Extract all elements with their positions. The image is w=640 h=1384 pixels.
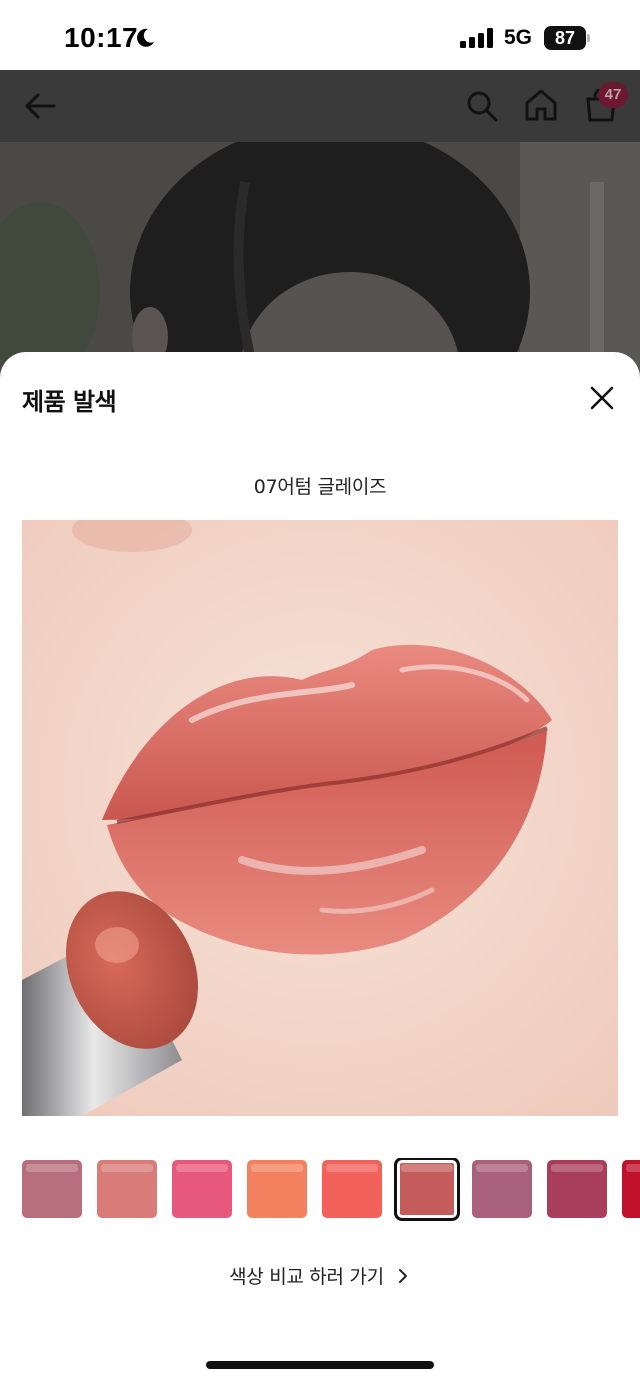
lip-swatch-photo: [22, 520, 618, 1116]
status-time: 10:17: [64, 22, 139, 53]
sheet-title: 제품 발색: [22, 388, 117, 416]
back-arrow-icon[interactable]: [22, 88, 58, 124]
home-indicator: [206, 1361, 434, 1369]
home-icon[interactable]: [522, 86, 560, 124]
shade-swatch-list: [22, 1158, 640, 1222]
shade-swatch[interactable]: [22, 1160, 82, 1218]
search-icon[interactable]: [464, 88, 500, 124]
shade-swatch-selected[interactable]: [394, 1158, 460, 1221]
shade-name: 07어텀 글레이즈: [253, 476, 387, 498]
compare-colors-link[interactable]: 색상 비교 하러 가기: [0, 1262, 640, 1289]
shade-swatch[interactable]: [322, 1160, 382, 1218]
chevron-right-icon: [398, 1269, 407, 1283]
signal-icon: [460, 28, 493, 48]
moon-icon: [137, 28, 154, 47]
background-model-photo: [0, 142, 640, 382]
shade-swatch[interactable]: [622, 1160, 640, 1218]
shade-swatch[interactable]: [472, 1160, 532, 1218]
app-header: 47: [0, 70, 640, 142]
shade-swatch[interactable]: [547, 1160, 607, 1218]
battery-tip: [587, 34, 590, 42]
shade-swatch[interactable]: [97, 1160, 157, 1218]
close-icon[interactable]: [586, 382, 618, 414]
lip-photo-illustration: [22, 520, 618, 1116]
model-photo-illustration: [0, 142, 640, 382]
shade-swatch[interactable]: [172, 1160, 232, 1218]
cart-count-badge: 47: [598, 82, 628, 108]
battery-icon: 87: [544, 26, 590, 50]
network-label: 5G: [504, 26, 533, 49]
shade-swatch[interactable]: [247, 1160, 307, 1218]
battery-level: 87: [544, 26, 586, 50]
shade-bottom-sheet: 제품 발색 07어텀 글레이즈 색상 비교 하러 가기: [0, 352, 640, 1384]
status-bar: 10:17 5G 87: [0, 0, 640, 70]
compare-colors-label: 색상 비교 하러 가기: [229, 1266, 384, 1288]
